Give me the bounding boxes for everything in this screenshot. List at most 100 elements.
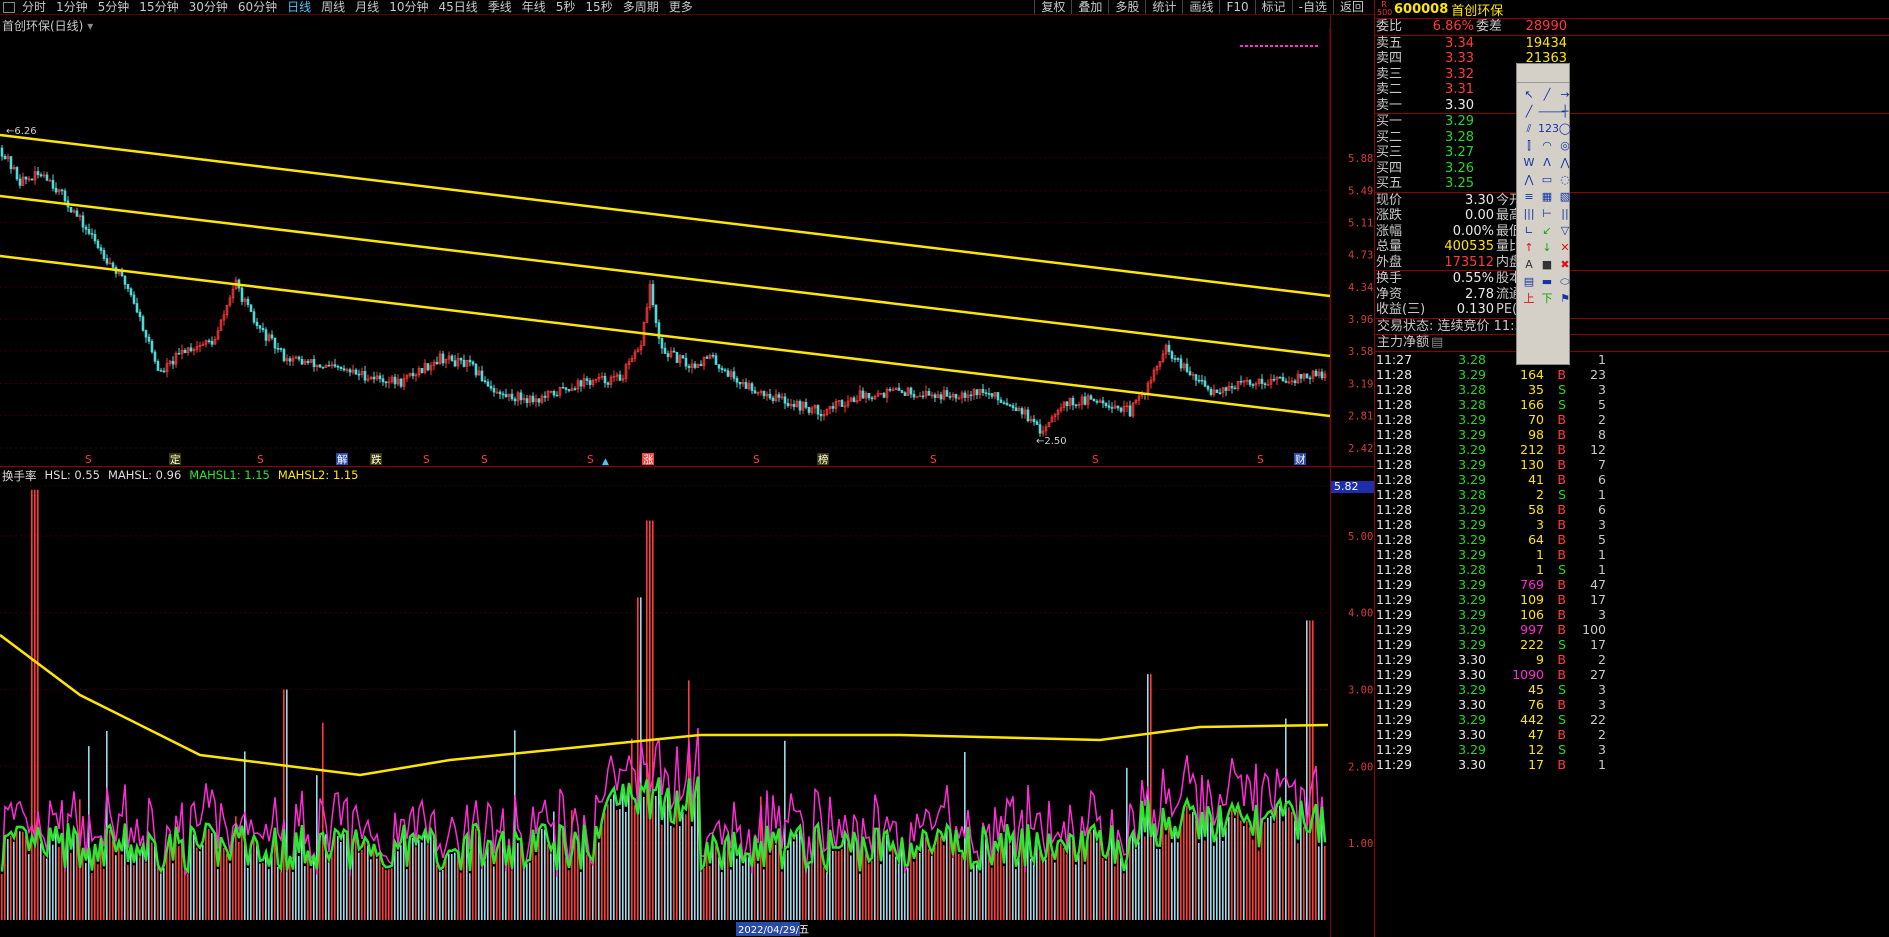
tool-button[interactable]: 标记 bbox=[1254, 0, 1292, 14]
drawing-toolbox[interactable]: ↖ ╱ → ╱ ⸻ ┼ ⫽ 123 ◯ ⫿ ◠ ◎ W Λ ⋀ ⋀ ▭ ◌ ≡ ▦ ▧ ||| ⊢ || ∟ ↙ ▽ ↑ ↓ ✕ A ■ ✖ ▤ ▬… bbox=[1516, 63, 1571, 365]
period-tab[interactable]: 60分钟 bbox=[238, 0, 277, 14]
turnover-bar bbox=[31, 489, 33, 920]
cross-icon[interactable]: ┼ bbox=[1556, 103, 1574, 120]
turnover-bar bbox=[337, 836, 339, 920]
turnover-bar bbox=[172, 863, 174, 920]
turnover-bar bbox=[1120, 857, 1122, 920]
delete-icon[interactable]: ✖ bbox=[1556, 256, 1574, 273]
rect-icon[interactable]: ■ bbox=[1538, 256, 1556, 273]
candle-body bbox=[15, 167, 19, 180]
segment-icon[interactable]: ⸻ bbox=[1538, 103, 1565, 120]
period-tab[interactable]: 5秒 bbox=[556, 0, 576, 14]
channel-icon[interactable]: ⫿ bbox=[1520, 137, 1538, 154]
menu-icon[interactable] bbox=[3, 2, 15, 13]
circle-icon[interactable]: ◯ bbox=[1556, 120, 1574, 137]
cycle-icon[interactable]: ||| bbox=[1520, 205, 1538, 222]
tool-button[interactable]: 多股 bbox=[1108, 0, 1145, 14]
spiral-icon[interactable]: ◌ bbox=[1556, 171, 1574, 188]
trade-volume: 76 bbox=[1528, 696, 1544, 712]
turnover-bar bbox=[1084, 864, 1086, 920]
event-marker: 跌 bbox=[371, 453, 382, 466]
pitchfork-icon[interactable]: Λ bbox=[1538, 154, 1556, 171]
period-tab[interactable]: 更多 bbox=[669, 0, 693, 14]
x-icon[interactable]: ✕ bbox=[1556, 239, 1574, 256]
grid-icon[interactable]: ▤ bbox=[1431, 335, 1443, 351]
bars-icon[interactable]: || bbox=[1556, 205, 1574, 222]
event-marker: S bbox=[85, 454, 92, 466]
period-tab[interactable]: 多周期 bbox=[623, 0, 659, 14]
turnover-bar bbox=[145, 863, 147, 920]
tool-button[interactable]: -自选 bbox=[1291, 0, 1333, 14]
period-tab[interactable]: 年线 bbox=[522, 0, 546, 14]
fib-icon[interactable]: ▧ bbox=[1556, 188, 1574, 205]
triangle-icon[interactable]: ▽ bbox=[1556, 222, 1574, 239]
period-tab[interactable]: 15秒 bbox=[585, 0, 612, 14]
period-tab[interactable]: 5分钟 bbox=[98, 0, 130, 14]
period-tab[interactable]: 分时 bbox=[22, 0, 46, 14]
turnover-bar bbox=[520, 842, 522, 920]
text123-icon[interactable]: 123 bbox=[1538, 120, 1559, 137]
turnover-bar bbox=[652, 520, 654, 920]
channel-line bbox=[0, 194, 1331, 358]
grid-icon[interactable]: ▦ bbox=[1538, 188, 1556, 205]
tool-button[interactable]: 返回 bbox=[1332, 0, 1370, 14]
candle-body bbox=[1284, 380, 1288, 383]
fan-icon[interactable]: ⋀ bbox=[1556, 154, 1574, 171]
down-mark-icon[interactable]: 下 bbox=[1538, 290, 1556, 307]
toolbox-titlebar[interactable] bbox=[1517, 64, 1569, 83]
up-green-icon[interactable]: ↓ bbox=[1538, 239, 1556, 256]
up-mark-icon[interactable]: 上 bbox=[1520, 290, 1538, 307]
candle-body bbox=[81, 215, 85, 228]
trade-side: S bbox=[1558, 711, 1566, 727]
period-tab[interactable]: 10分钟 bbox=[389, 0, 428, 14]
turnover-bar bbox=[313, 858, 315, 920]
note-icon[interactable]: ▤ bbox=[1520, 273, 1538, 290]
flag-icon[interactable]: ⚑ bbox=[1556, 290, 1574, 307]
period-tab[interactable]: 15分钟 bbox=[139, 0, 178, 14]
main-flow-label: 主力净额 bbox=[1377, 335, 1430, 350]
speed-icon[interactable]: ∟ bbox=[1520, 222, 1538, 239]
period-tab[interactable]: 季线 bbox=[488, 0, 512, 14]
period-tab[interactable]: 日线 bbox=[287, 0, 311, 14]
tool-button[interactable]: 叠加 bbox=[1071, 0, 1108, 14]
channel-line bbox=[0, 254, 1331, 418]
box-icon[interactable]: ▭ bbox=[1538, 171, 1556, 188]
arrow-icon[interactable]: → bbox=[1556, 86, 1574, 103]
tool-button[interactable]: 复权 bbox=[1034, 0, 1071, 14]
parallel-icon[interactable]: ⫽ bbox=[1520, 120, 1538, 137]
tick-trades-list[interactable]: 11:273.281S111:283.29164B2311:283.2835S3… bbox=[1375, 352, 1889, 772]
up-arrow-icon[interactable]: ↑ bbox=[1520, 239, 1538, 256]
candle-body bbox=[426, 363, 430, 371]
period-tab[interactable]: 周线 bbox=[321, 0, 345, 14]
price-chart[interactable]: 5.88 5.49 5.11 4.73 4.34 3.96 3.58 3.19 2.81 2.42… bbox=[0, 28, 1374, 466]
trade-side: S bbox=[1558, 561, 1566, 577]
period-icon[interactable]: ⊢ bbox=[1538, 205, 1556, 222]
gann-icon[interactable]: ≡ bbox=[1520, 188, 1538, 205]
turnover-bar bbox=[307, 854, 309, 920]
ray-icon[interactable]: ╱ bbox=[1520, 103, 1538, 120]
text-icon[interactable]: A bbox=[1520, 256, 1538, 273]
wave-icon[interactable]: W bbox=[1520, 154, 1538, 171]
down-arrow-icon[interactable]: ↙ bbox=[1538, 222, 1556, 239]
flat-icon[interactable]: ▬ bbox=[1538, 273, 1556, 290]
trade-row: 11:28 3.28 2 S 1 bbox=[1375, 487, 1889, 502]
cursor-icon[interactable]: ↖ bbox=[1520, 86, 1538, 103]
tool-button[interactable]: 统计 bbox=[1145, 0, 1182, 14]
turnover-bar bbox=[850, 855, 852, 920]
period-tab[interactable]: 月线 bbox=[355, 0, 379, 14]
candle-body bbox=[1305, 373, 1309, 379]
target-icon[interactable]: ◎ bbox=[1556, 137, 1574, 154]
tool-button[interactable]: F10 bbox=[1219, 0, 1254, 14]
arc-icon[interactable]: ◠ bbox=[1538, 137, 1556, 154]
period-tab[interactable]: 1分钟 bbox=[56, 0, 88, 14]
turnover-bar bbox=[454, 852, 456, 920]
turnover-bar bbox=[70, 852, 72, 920]
period-tab[interactable]: 30分钟 bbox=[189, 0, 228, 14]
tool-button[interactable]: 画线 bbox=[1182, 0, 1219, 14]
turnover-bar bbox=[511, 870, 513, 920]
zigzag-icon[interactable]: ⋀ bbox=[1520, 171, 1538, 188]
line-icon[interactable]: ╱ bbox=[1538, 86, 1556, 103]
turnover-chart[interactable]: 5.00 4.00 3.00 2.00 1.00 2022/04/29/五 bbox=[0, 480, 1374, 937]
period-tab[interactable]: 45日线 bbox=[438, 0, 477, 14]
ellipse-icon[interactable]: ⬭ bbox=[1556, 273, 1574, 290]
